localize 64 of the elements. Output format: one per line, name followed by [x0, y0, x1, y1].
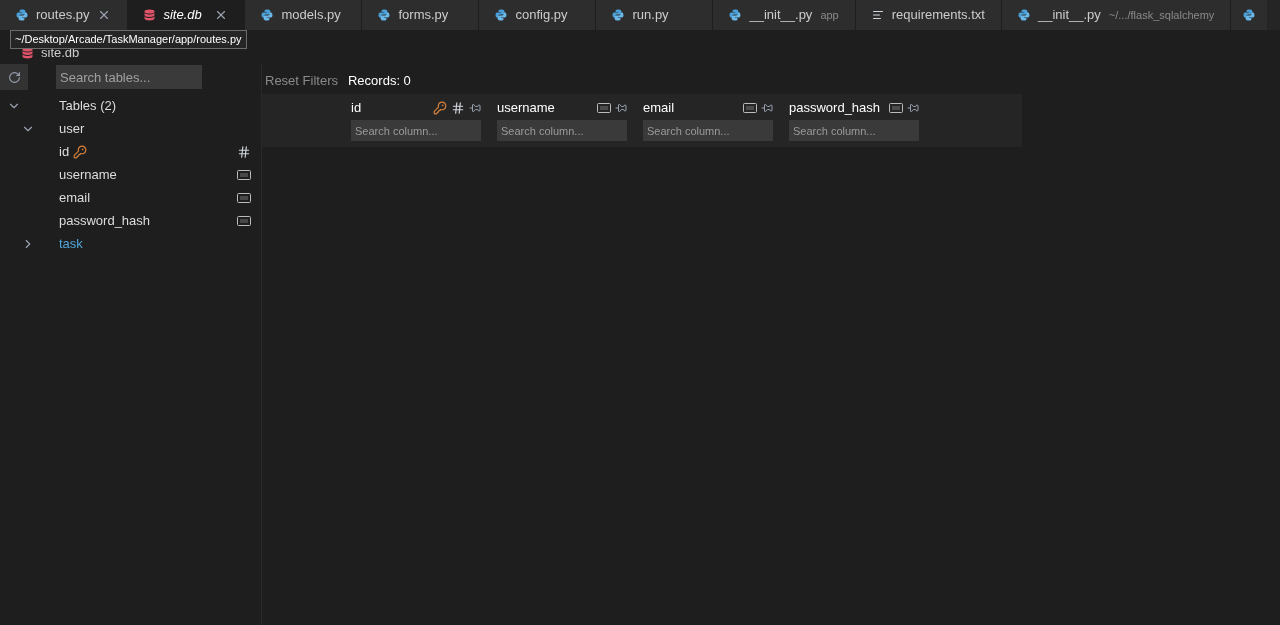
tab-label: run.py	[632, 6, 669, 25]
editor-tab[interactable]: __init__.py app	[713, 0, 856, 30]
python-icon	[261, 9, 274, 21]
editor-tab[interactable]: __init__.py ~/.../flask_sqlalchemy	[1001, 0, 1232, 30]
file-path-tooltip: ~/Desktop/Arcade/TaskManager/app/routes.py	[10, 30, 247, 49]
editor-tab[interactable]: forms.py	[362, 0, 480, 30]
tab-label: requirements.txt	[891, 6, 985, 25]
pin-icon[interactable]	[761, 102, 773, 114]
python-icon	[729, 9, 742, 21]
refresh-button[interactable]	[0, 64, 28, 90]
tab-label: routes.py	[36, 6, 90, 25]
text-type-icon	[743, 103, 757, 113]
number-type-icon	[237, 144, 251, 159]
pin-icon[interactable]	[469, 102, 481, 114]
number-type-icon	[451, 101, 465, 115]
refresh-icon	[7, 70, 21, 84]
text-type-icon	[597, 103, 611, 113]
database-icon	[144, 9, 156, 21]
column-header[interactable]: username	[497, 98, 555, 118]
python-icon	[612, 9, 625, 21]
editor-tab[interactable]: run.py	[596, 0, 714, 30]
pin-icon[interactable]	[907, 102, 919, 114]
python-icon	[1017, 9, 1030, 21]
database-icon	[22, 47, 33, 59]
column-search-field[interactable]: Search column...	[643, 120, 773, 141]
python-icon	[495, 9, 508, 21]
text-file-icon	[871, 9, 884, 21]
column-search-field[interactable]: Search column...	[789, 120, 919, 141]
python-icon	[1243, 9, 1256, 21]
tab-path: app	[820, 7, 839, 23]
column-name[interactable]: email	[59, 187, 91, 208]
column-name[interactable]: password_hash	[59, 210, 151, 231]
python-icon	[16, 9, 28, 21]
editor-tab[interactable]: config.py	[479, 0, 597, 30]
column-header[interactable]: id	[351, 98, 362, 118]
text-type-icon	[237, 169, 251, 180]
pin-icon[interactable]	[615, 102, 627, 114]
column-name[interactable]: id	[59, 141, 70, 162]
column-header[interactable]: password_hash	[789, 98, 881, 118]
tab-label: __init__.py	[749, 6, 813, 25]
table-name[interactable]: user	[59, 118, 85, 139]
column-name[interactable]: username	[59, 164, 117, 185]
editor-tab[interactable]: requirements.txt	[855, 0, 1002, 30]
text-type-icon	[237, 192, 251, 203]
records-count: Records: 0	[347, 71, 411, 90]
editor-tab[interactable]: models.py	[245, 0, 363, 30]
tab-label: models.py	[281, 6, 341, 25]
column-search-field[interactable]: Search column...	[497, 120, 627, 141]
tree-item[interactable]: Tables (2)	[59, 95, 117, 116]
editor-tab[interactable]: routes.py	[0, 0, 129, 30]
tab-path: ~/.../flask_sqlalchemy	[1108, 7, 1215, 23]
table-name[interactable]: task	[59, 233, 83, 254]
column-search-field[interactable]: Search column...	[351, 120, 481, 141]
reset-filters-button[interactable]: Reset Filters	[265, 70, 338, 90]
text-type-icon	[889, 103, 903, 113]
column-header[interactable]: email	[643, 98, 675, 118]
tab-label: forms.py	[398, 6, 449, 25]
python-icon	[378, 9, 391, 21]
tab-label: __init__.py	[1037, 6, 1101, 25]
text-type-icon	[237, 215, 251, 226]
search-field[interactable]: Search tables...	[56, 65, 202, 89]
editor-tab[interactable]: site.db	[128, 0, 246, 30]
tab-label: site.db	[163, 6, 202, 25]
tab-label: config.py	[515, 6, 568, 25]
